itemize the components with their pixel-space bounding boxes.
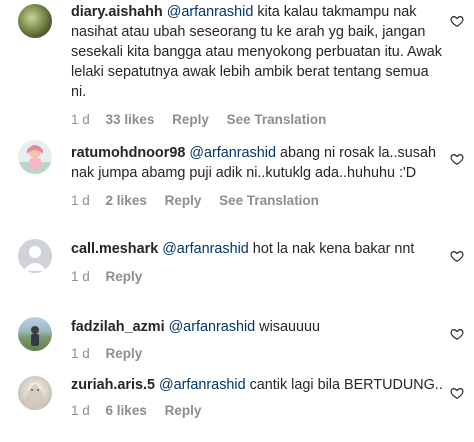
mention-link[interactable]: @arfanrashid — [159, 377, 246, 393]
likes-count[interactable]: 33 likes — [106, 112, 155, 127]
username[interactable]: ratumohdnoor98 — [71, 145, 185, 161]
comment-item: ratumohdnoor98 @arfanrashid abang ni ros… — [0, 140, 474, 230]
comment-text: fadzilah_azmi @arfanrashid wisauuuu — [71, 317, 444, 337]
mention-link[interactable]: @arfanrashid — [167, 4, 254, 20]
comment-text: ratumohdnoor98 @arfanrashid abang ni ros… — [71, 143, 444, 183]
timestamp: 1 d — [71, 269, 90, 284]
username[interactable]: fadzilah_azmi — [71, 319, 165, 335]
comment-meta: 1 d 33 likes Reply See Translation — [71, 110, 444, 130]
heart-outline-icon[interactable] — [450, 386, 464, 400]
reply-button[interactable]: Reply — [106, 346, 143, 361]
comments-list: diary.aishahh @arfanrashid kita kalau ta… — [0, 0, 474, 442]
likes-count[interactable]: 6 likes — [106, 403, 147, 418]
comment-meta: 1 d 2 likes Reply See Translation — [71, 191, 444, 211]
comment-body: hot la nak kena bakar nnt — [248, 241, 415, 257]
mention-link[interactable]: @arfanrashid — [169, 319, 256, 335]
comment-item: zuriah.aris.5 @arfanrashid cantik lagi b… — [0, 373, 474, 442]
avatar[interactable] — [18, 317, 52, 351]
likes-count[interactable]: 2 likes — [106, 193, 147, 208]
comment-text: call.meshark @arfanrashid hot la nak ken… — [71, 239, 444, 259]
comment-item: fadzilah_azmi @arfanrashid wisauuuu 1 d … — [0, 316, 474, 371]
comment-meta: 1 d Reply — [71, 267, 444, 287]
username[interactable]: diary.aishahh — [71, 4, 163, 20]
comment-text: diary.aishahh @arfanrashid kita kalau ta… — [71, 2, 444, 102]
heart-outline-icon[interactable] — [450, 14, 464, 28]
default-avatar-icon[interactable] — [18, 239, 52, 273]
see-translation-button[interactable]: See Translation — [219, 193, 319, 208]
heart-outline-icon[interactable] — [450, 327, 464, 341]
timestamp: 1 d — [71, 193, 90, 208]
comment-item: call.meshark @arfanrashid hot la nak ken… — [0, 237, 474, 307]
comment-body: cantik lagi bila BERTUDUNG.. — [245, 377, 443, 393]
comment-meta: 1 d 6 likes Reply — [71, 401, 444, 421]
see-translation-button[interactable]: See Translation — [227, 112, 327, 127]
comment-item: diary.aishahh @arfanrashid kita kalau ta… — [0, 0, 474, 130]
reply-button[interactable]: Reply — [106, 269, 143, 284]
mention-link[interactable]: @arfanrashid — [162, 241, 249, 257]
heart-outline-icon[interactable] — [450, 249, 464, 263]
username[interactable]: call.meshark — [71, 241, 158, 257]
reply-button[interactable]: Reply — [172, 112, 209, 127]
comment-text: zuriah.aris.5 @arfanrashid cantik lagi b… — [71, 375, 444, 395]
avatar[interactable] — [18, 4, 52, 38]
heart-outline-icon[interactable] — [450, 152, 464, 166]
reply-button[interactable]: Reply — [165, 403, 202, 418]
reply-button[interactable]: Reply — [165, 193, 202, 208]
timestamp: 1 d — [71, 403, 90, 418]
mention-link[interactable]: @arfanrashid — [189, 145, 276, 161]
timestamp: 1 d — [71, 346, 90, 361]
comment-body: wisauuuu — [255, 319, 320, 335]
username[interactable]: zuriah.aris.5 — [71, 377, 155, 393]
timestamp: 1 d — [71, 112, 90, 127]
avatar[interactable] — [18, 140, 52, 174]
avatar[interactable] — [18, 376, 52, 410]
comment-meta: 1 d Reply — [71, 344, 444, 364]
